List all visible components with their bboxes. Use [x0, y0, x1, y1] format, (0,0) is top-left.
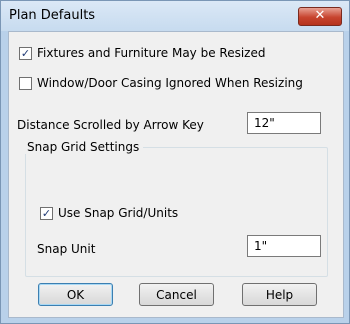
fixtures-resizable-checkbox[interactable]: ✓: [19, 46, 32, 60]
snap-grid-settings-title: Snap Grid Settings: [23, 140, 144, 154]
dialog-title: Plan Defaults: [9, 8, 96, 23]
casing-ignored-label: Window/Door Casing Ignored When Resizing: [37, 76, 303, 90]
casing-ignored-option[interactable]: Window/Door Casing Ignored When Resizing: [19, 76, 303, 90]
casing-ignored-checkbox[interactable]: [19, 76, 32, 90]
arrow-key-distance-input[interactable]: 12": [247, 112, 321, 134]
arrow-key-distance-label: Distance Scrolled by Arrow Key: [17, 118, 204, 132]
title-bar: Plan Defaults ✕: [1, 1, 349, 31]
use-snap-grid-option[interactable]: ✓ Use Snap Grid/Units: [40, 206, 178, 220]
dialog-body: ✓ Fixtures and Furniture May be Resized …: [8, 31, 344, 318]
fixtures-resizable-label: Fixtures and Furniture May be Resized: [37, 46, 266, 60]
ok-button[interactable]: OK: [38, 283, 113, 306]
cancel-button[interactable]: Cancel: [139, 283, 214, 306]
use-snap-grid-label: Use Snap Grid/Units: [58, 206, 179, 220]
fixtures-resizable-option[interactable]: ✓ Fixtures and Furniture May be Resized: [19, 46, 265, 60]
plan-defaults-dialog: Plan Defaults ✕ ✓ Fixtures and Furniture…: [0, 0, 350, 324]
snap-unit-label: Snap Unit: [37, 242, 96, 256]
close-button[interactable]: ✕: [298, 7, 342, 26]
snap-unit-input[interactable]: 1": [247, 235, 321, 257]
help-button[interactable]: Help: [242, 283, 317, 306]
use-snap-grid-checkbox[interactable]: ✓: [40, 206, 53, 220]
